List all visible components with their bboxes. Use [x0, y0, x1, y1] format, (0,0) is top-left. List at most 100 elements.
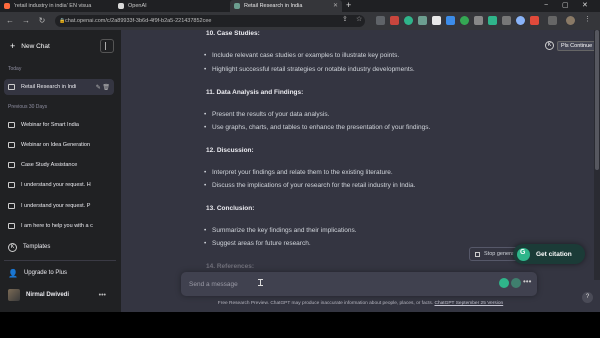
chat-item[interactable]: Webinar for Smart India — [4, 117, 114, 133]
list-item: • Include relevant case studies or exampl… — [204, 52, 400, 59]
chat-item[interactable]: I am here to help you with a c — [4, 218, 114, 234]
sidebar-toggle-icon[interactable] — [100, 39, 114, 53]
browser-tab[interactable]: OpenAI — [114, 0, 224, 12]
section-heading: 10. Case Studies: — [206, 30, 260, 37]
chat-item-label: Webinar on Idea Generation — [21, 142, 90, 148]
extension-icon[interactable] — [376, 16, 385, 25]
user-icon: 👤 — [8, 268, 18, 278]
user-menu[interactable]: Nirmal Dwivedi ••• — [4, 287, 114, 303]
message-input[interactable] — [189, 277, 489, 291]
section-label-previous: Previous 30 Days — [8, 104, 48, 110]
list-item: • Use graphs, charts, and tables to enhan… — [204, 124, 431, 131]
browser-tab-active[interactable]: Retail Research in India ✕ — [230, 0, 342, 12]
get-citation-button[interactable]: Get citation — [513, 244, 585, 264]
more-icon[interactable]: ••• — [523, 277, 531, 286]
extension-icon[interactable] — [446, 16, 455, 25]
back-icon[interactable]: ← — [4, 15, 16, 27]
extension-icon[interactable] — [530, 16, 539, 25]
grammar-extension-icon[interactable] — [499, 278, 509, 288]
list-item: • Interpret your findings and relate them… — [204, 169, 393, 176]
extension-icon[interactable] — [511, 278, 521, 288]
continue-label: Pls Continue — [557, 40, 597, 51]
chat-item[interactable]: Case Study Assistance — [4, 157, 114, 173]
new-chat-button[interactable]: + New Chat — [4, 38, 100, 54]
section-heading: 13. Conclusion: — [206, 205, 255, 212]
extension-icon[interactable] — [488, 16, 497, 25]
citation-label: Get citation — [536, 250, 572, 258]
bookmark-star-icon[interactable]: ☆ — [356, 15, 362, 27]
message-input-box[interactable]: ••• — [181, 272, 537, 296]
url-field[interactable]: 🔒 chat.openai.com/c/2a89933f-3b6d-4f9f-b… — [55, 15, 365, 27]
browser-tab-bar: 'retail industry in india' EN visua Open… — [0, 0, 600, 12]
chat-item-label: Case Study Assistance — [21, 162, 78, 168]
version-link[interactable]: ChatGPT September 25 Version — [434, 301, 503, 306]
close-window-icon[interactable]: ✕ — [582, 0, 588, 12]
chat-item-label: Retail Research in Indi — [21, 84, 77, 90]
chat-item-label: Webinar for Smart India — [21, 122, 79, 128]
pls-continue-button[interactable]: K Pls Continue — [545, 40, 597, 51]
chat-item[interactable]: I understand your request. H — [4, 177, 114, 193]
chat-item-label: I understand your request. P — [21, 203, 91, 209]
main-chat-area: 10. Case Studies: • Include relevant case… — [121, 30, 600, 312]
assistant-message: 10. Case Studies: • Include relevant case… — [121, 30, 600, 280]
chat-item-active[interactable]: Retail Research in Indi ✎ 🗑 — [4, 79, 114, 95]
chat-bubble-icon — [8, 122, 15, 128]
scrollbar-thumb[interactable] — [595, 30, 599, 170]
extension-icon[interactable] — [404, 16, 413, 25]
plus-icon: + — [10, 41, 16, 51]
extension-icon[interactable] — [432, 16, 441, 25]
upgrade-button[interactable]: 👤 Upgrade to Plus — [4, 265, 114, 281]
puzzle-icon[interactable] — [548, 16, 557, 25]
extension-icon[interactable] — [516, 16, 525, 25]
templates-k-icon: K — [8, 242, 23, 253]
upgrade-label: Upgrade to Plus — [23, 270, 67, 276]
chat-bubble-icon — [8, 84, 15, 90]
more-options-icon[interactable]: ••• — [99, 292, 106, 299]
chat-item[interactable]: Webinar on Idea Generation — [4, 137, 114, 153]
chat-bubble-icon — [8, 162, 15, 168]
extension-icon[interactable] — [474, 16, 483, 25]
sidebar-divider — [4, 260, 116, 261]
k-icon: K — [545, 41, 554, 50]
user-name: Nirmal Dwivedi — [26, 292, 70, 298]
edit-delete-icons[interactable]: ✎ 🗑 — [96, 84, 110, 91]
browser-tab[interactable]: 'retail industry in india' EN visua — [0, 0, 110, 12]
tab-title: 'retail industry in india' EN visua — [14, 3, 92, 9]
minimize-icon[interactable]: − — [544, 0, 548, 12]
extension-icon[interactable] — [418, 16, 427, 25]
extension-icon[interactable] — [390, 16, 399, 25]
browser-menu-icon[interactable]: ⋮ — [584, 15, 591, 27]
citation-logo-icon — [517, 247, 530, 261]
scrollbar[interactable] — [594, 30, 600, 280]
url-text: chat.openai.com/c/2a89933f-3b6d-4f9f-b2a… — [65, 18, 212, 24]
sidebar: + New Chat Today Retail Research in Indi… — [0, 30, 121, 312]
chat-bubble-icon — [8, 142, 15, 148]
reload-icon[interactable]: ↻ — [36, 15, 48, 27]
list-item: • Present the results of your data analys… — [204, 111, 330, 118]
list-item: • Discuss the implications of your resear… — [204, 182, 416, 189]
extension-icon[interactable] — [460, 16, 469, 25]
share-icon[interactable]: ⇪ — [342, 15, 348, 27]
section-heading: 11. Data Analysis and Findings: — [206, 89, 304, 96]
profile-avatar-icon[interactable] — [566, 16, 575, 25]
new-tab-button[interactable]: + — [346, 0, 356, 12]
close-tab-icon[interactable]: ✕ — [333, 2, 338, 9]
help-button[interactable]: ? — [582, 292, 593, 303]
chat-item[interactable]: I understand your request. P — [4, 198, 114, 214]
chat-bubble-icon — [8, 223, 15, 229]
maximize-icon[interactable]: ▢ — [562, 0, 569, 12]
templates-link[interactable]: K Templates — [4, 239, 114, 255]
section-label-today: Today — [8, 66, 22, 72]
text-cursor-icon — [258, 279, 263, 286]
section-heading: 12. Discussion: — [206, 147, 254, 154]
tab-title: Retail Research in India — [244, 3, 303, 9]
chatgpt-favicon-icon — [234, 3, 240, 9]
footer-text: Free Research Preview. ChatGPT may produ… — [217, 301, 435, 306]
openai-favicon-icon — [118, 3, 124, 9]
extension-icon[interactable] — [502, 16, 511, 25]
tab-favicon-icon — [4, 3, 10, 9]
tab-title: OpenAI — [128, 3, 147, 9]
forward-icon[interactable]: → — [20, 15, 32, 27]
list-item: • Highlight successful retail strategies … — [204, 66, 415, 73]
templates-label: Templates — [23, 244, 51, 250]
